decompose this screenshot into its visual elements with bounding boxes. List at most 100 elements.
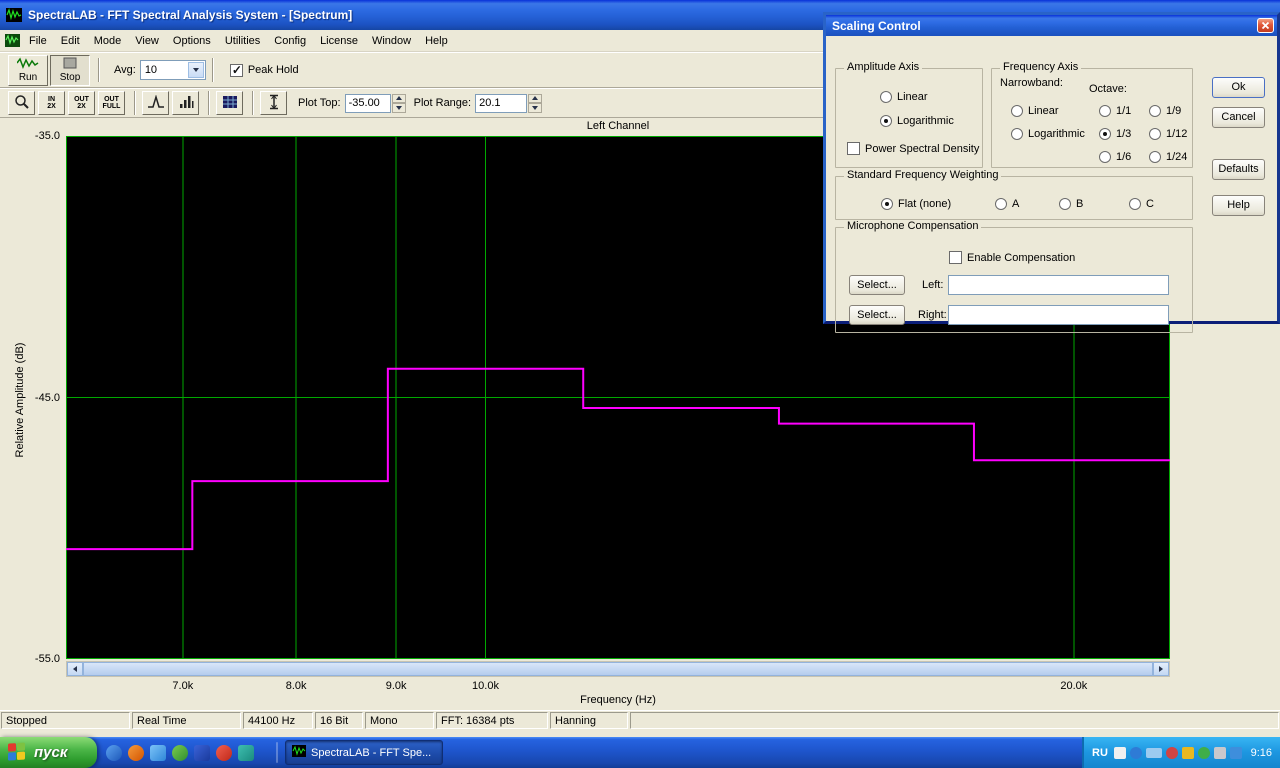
radio-narrowband-logarithmic[interactable]: Logarithmic bbox=[1011, 127, 1085, 140]
weighting-group-label: Standard Frequency Weighting bbox=[844, 169, 1001, 181]
avg-label: Avg: bbox=[114, 64, 136, 76]
radio-octave-1-1[interactable]: 1/1 bbox=[1099, 104, 1131, 117]
spin-down-icon[interactable] bbox=[528, 103, 542, 113]
plot-horizontal-scrollbar[interactable] bbox=[66, 661, 1170, 677]
start-button[interactable]: пуск bbox=[0, 737, 97, 768]
menu-options[interactable]: Options bbox=[166, 32, 218, 50]
menu-help[interactable]: Help bbox=[418, 32, 455, 50]
radio-label: 1/3 bbox=[1116, 128, 1131, 140]
zoom-in-2x-button[interactable]: IN 2X bbox=[38, 91, 65, 115]
radio-octave-1-6[interactable]: 1/6 bbox=[1099, 150, 1131, 163]
menu-utilities[interactable]: Utilities bbox=[218, 32, 267, 50]
cancel-button[interactable]: Cancel bbox=[1212, 107, 1265, 128]
mdi-child-icon[interactable] bbox=[4, 34, 20, 48]
radio-narrowband-linear[interactable]: Linear bbox=[1011, 104, 1059, 117]
dialog-close-button[interactable] bbox=[1257, 18, 1274, 33]
scaling-control-button[interactable] bbox=[260, 91, 287, 115]
quick-launch-icon-7[interactable] bbox=[238, 745, 254, 761]
y-tick-label: -35.0 bbox=[35, 130, 60, 142]
quick-launch-icon-6[interactable] bbox=[216, 745, 232, 761]
spin-down-icon[interactable] bbox=[392, 103, 406, 113]
stop-button[interactable]: Stop bbox=[50, 55, 90, 86]
tray-icon-5[interactable] bbox=[1198, 747, 1210, 759]
menu-window[interactable]: Window bbox=[365, 32, 418, 50]
scroll-left-button[interactable] bbox=[67, 662, 83, 676]
plot-top-input[interactable] bbox=[345, 94, 391, 113]
plot-range-input[interactable] bbox=[475, 94, 527, 113]
toolbar-separator bbox=[208, 91, 210, 115]
menu-edit[interactable]: Edit bbox=[54, 32, 87, 50]
radio-octave-1-12[interactable]: 1/12 bbox=[1149, 127, 1187, 140]
quick-launch-icon-5[interactable] bbox=[194, 745, 210, 761]
radio-label: Logarithmic bbox=[1028, 128, 1085, 140]
tray-icon-3[interactable] bbox=[1166, 747, 1178, 759]
radio-weighting-c[interactable]: C bbox=[1129, 197, 1154, 210]
tray-icon-7[interactable] bbox=[1230, 747, 1242, 759]
menu-file[interactable]: File bbox=[22, 32, 54, 50]
tray-icon-2[interactable] bbox=[1130, 747, 1142, 759]
tray-icon-4[interactable] bbox=[1182, 747, 1194, 759]
grid-icon bbox=[222, 95, 238, 111]
scroll-right-button[interactable] bbox=[1153, 662, 1169, 676]
tray-icon-1[interactable] bbox=[1114, 747, 1126, 759]
radio-octave-1-3[interactable]: 1/3 bbox=[1099, 127, 1131, 140]
menu-view[interactable]: View bbox=[128, 32, 166, 50]
menu-mode[interactable]: Mode bbox=[87, 32, 129, 50]
spin-up-icon[interactable] bbox=[392, 94, 406, 104]
zoom-in-2x-label: IN bbox=[48, 96, 55, 103]
menu-config[interactable]: Config bbox=[267, 32, 313, 50]
radio-octave-1-9[interactable]: 1/9 bbox=[1149, 104, 1181, 117]
arrow-left-icon bbox=[73, 666, 77, 672]
spectrum-view-button[interactable] bbox=[142, 91, 169, 115]
bar-display-button[interactable] bbox=[172, 91, 199, 115]
radio-weighting-a[interactable]: A bbox=[995, 197, 1019, 210]
select-right-button[interactable]: Select... bbox=[849, 305, 905, 325]
avg-combobox[interactable]: 10 bbox=[140, 60, 206, 80]
checkbox-enable-compensation[interactable]: Enable Compensation bbox=[949, 251, 1075, 264]
status-bar: Stopped Real Time 44100 Hz 16 Bit Mono F… bbox=[0, 710, 1280, 731]
zoom-in-2x-label2: 2X bbox=[47, 103, 56, 110]
task-button-label: SpectraLAB - FFT Spe... bbox=[311, 747, 431, 759]
radio-weighting-b[interactable]: B bbox=[1059, 197, 1083, 210]
toolbar-separator bbox=[134, 91, 136, 115]
plot-top-spinner[interactable] bbox=[392, 94, 406, 113]
help-button[interactable]: Help bbox=[1212, 195, 1265, 216]
tray-icon-keyboard[interactable] bbox=[1146, 748, 1162, 758]
quick-launch-icon-3[interactable] bbox=[150, 745, 166, 761]
spin-up-icon[interactable] bbox=[528, 94, 542, 104]
radio-label: B bbox=[1076, 198, 1083, 210]
app-icon bbox=[6, 8, 22, 22]
plot-range-spinner[interactable] bbox=[528, 94, 542, 113]
left-compensation-input[interactable] bbox=[948, 275, 1169, 295]
ok-button[interactable]: Ok bbox=[1212, 77, 1265, 98]
display-options-button[interactable] bbox=[216, 91, 243, 115]
quick-launch-icon-1[interactable] bbox=[106, 745, 122, 761]
checkbox-power-spectral-density[interactable]: Power Spectral Density bbox=[847, 142, 979, 155]
radio-icon bbox=[1099, 105, 1111, 117]
defaults-button[interactable]: Defaults bbox=[1212, 159, 1265, 180]
radio-label: 1/12 bbox=[1166, 128, 1187, 140]
zoom-tool-button[interactable] bbox=[8, 91, 35, 115]
menu-license[interactable]: License bbox=[313, 32, 365, 50]
y-axis-title: Relative Amplitude (dB) bbox=[14, 343, 26, 458]
taskbar-task-button[interactable]: SpectraLAB - FFT Spe... bbox=[285, 740, 443, 765]
taskbar-clock[interactable]: 9:16 bbox=[1251, 747, 1272, 759]
quick-launch-icon-2[interactable] bbox=[128, 745, 144, 761]
radio-octave-1-24[interactable]: 1/24 bbox=[1149, 150, 1187, 163]
radio-amplitude-linear[interactable]: Linear bbox=[880, 90, 928, 103]
tray-icon-6[interactable] bbox=[1214, 747, 1226, 759]
right-compensation-input[interactable] bbox=[948, 305, 1169, 325]
zoom-out-2x-button[interactable]: OUT 2X bbox=[68, 91, 95, 115]
radio-amplitude-logarithmic[interactable]: Logarithmic bbox=[880, 114, 954, 127]
zoom-out-full-button[interactable]: OUT FULL bbox=[98, 91, 125, 115]
radio-weighting-flat[interactable]: Flat (none) bbox=[881, 197, 951, 210]
avg-dropdown-button[interactable] bbox=[188, 62, 204, 78]
scrollbar-thumb[interactable] bbox=[83, 662, 1153, 676]
taskbar: пуск SpectraLAB - FFT Spe... RU 9:16 bbox=[0, 737, 1280, 768]
language-indicator[interactable]: RU bbox=[1092, 747, 1108, 759]
quick-launch-icon-4[interactable] bbox=[172, 745, 188, 761]
run-button[interactable]: Run bbox=[8, 55, 48, 86]
peak-hold-checkbox[interactable] bbox=[230, 64, 243, 77]
select-left-button[interactable]: Select... bbox=[849, 275, 905, 295]
status-bit-depth: 16 Bit bbox=[315, 712, 363, 729]
